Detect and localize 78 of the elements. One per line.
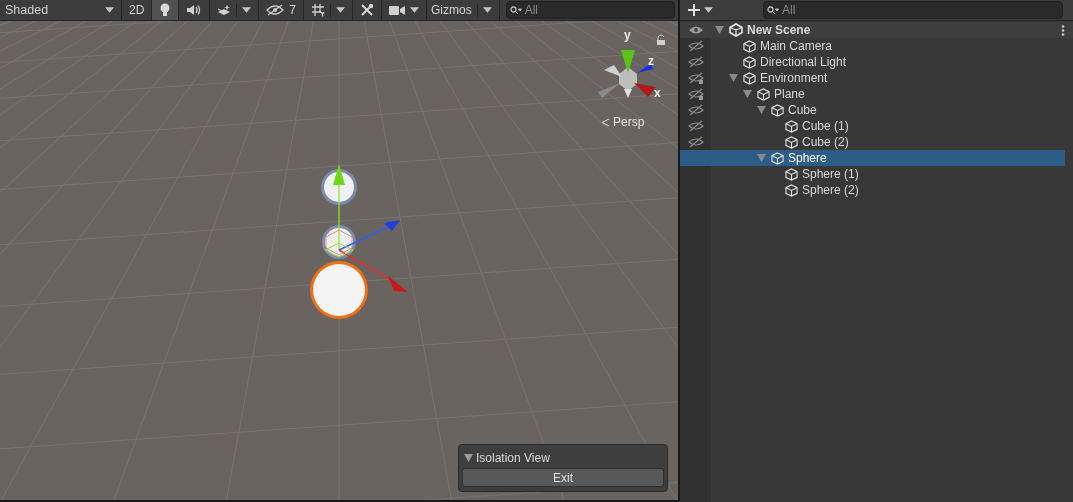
layers-icon [217,4,232,16]
item-label: Sphere [788,151,827,165]
cube-icon [785,167,798,181]
item-label: New Scene [747,23,811,37]
lock-icon [657,34,665,45]
crossed-eye-icon[interactable] [687,88,704,100]
item-label: Sphere (1) [802,167,859,181]
speaker-icon [186,4,203,16]
hierarchy-item[interactable]: Main Camera [680,38,1073,54]
sphere [322,225,356,259]
item-label: Main Camera [760,39,833,53]
hierarchy-item[interactable]: Cube [680,102,1073,118]
crossed-eye-icon[interactable] [687,40,704,52]
search-icon [767,6,779,15]
crossed-eye-icon[interactable] [687,72,704,84]
caret-icon [482,7,492,13]
cube-icon [743,71,756,85]
hierarchy-item[interactable]: Plane [680,86,1073,102]
projection-toggle[interactable]: Persp [601,115,645,129]
caret-icon [704,7,713,13]
more-options-icon[interactable] [1061,24,1065,36]
chevron-icon [601,117,610,127]
axis-label: z [648,54,654,68]
caret-icon [336,7,346,13]
item-label: Plane [774,87,805,101]
light-bulb-icon [159,3,172,17]
hierarchy-item[interactable]: Sphere (2) [680,182,1073,198]
eye-icon[interactable] [687,24,704,36]
triangle-icon [464,454,473,462]
cube-icon [757,87,770,101]
crossed-eye-icon[interactable] [687,104,704,116]
grid-icon [311,3,326,17]
unity-scene-icon [729,23,743,37]
hierarchy-item[interactable]: Sphere (1) [680,166,1073,182]
expand-arrow-icon[interactable] [729,74,738,82]
camera-icon [389,4,406,16]
cube-icon [743,39,756,53]
hierarchy-item[interactable]: Environment [680,70,1073,86]
hierarchy-search-field[interactable]: All [763,1,1063,19]
crossed-eye-icon[interactable] [687,136,704,148]
item-label: Directional Light [760,55,847,69]
wrench-icon [360,3,375,17]
cube-icon [785,119,798,133]
item-label: Cube [788,103,817,117]
crossed-eye-icon[interactable] [687,56,704,68]
lighting-toggle[interactable] [152,0,180,20]
search-icon [509,6,522,15]
expand-arrow-icon[interactable] [757,154,766,162]
item-label: Environment [760,71,828,85]
selected-sphere [310,261,368,319]
item-label: Cube (1) [802,119,849,133]
expand-arrow-icon[interactable] [757,106,766,114]
hierarchy-item[interactable]: Cube (2) [680,134,1073,150]
hierarchy-item[interactable]: New Scene [680,22,1073,38]
item-label: Sphere (2) [802,183,859,197]
crossed-eye-icon[interactable] [687,120,704,132]
expand-arrow-icon[interactable] [715,26,724,34]
cube-icon [743,55,756,69]
axis-label: x [654,86,661,100]
hierarchy-item[interactable]: Directional Light [680,54,1073,70]
caret-icon [410,7,420,13]
orientation-gizmo-drawing [598,50,656,98]
exit-button[interactable]: Exit [462,468,664,487]
axis-label: y [624,28,631,42]
cube-icon [785,183,798,197]
panel-title: Isolation View [476,451,550,465]
caret-icon [242,7,252,13]
caret-icon [105,7,114,13]
hierarchy-item[interactable]: Sphere [680,150,1065,166]
cube-icon [771,103,784,117]
hierarchy-item[interactable]: Cube (1) [680,118,1073,134]
scene-search-field[interactable]: All [505,1,675,19]
crossed-eye-icon [266,4,285,16]
item-label: Cube (2) [802,135,849,149]
cube-icon [771,151,784,165]
cube-icon [785,135,798,149]
plus-icon [688,4,700,16]
expand-arrow-icon[interactable] [743,90,752,98]
